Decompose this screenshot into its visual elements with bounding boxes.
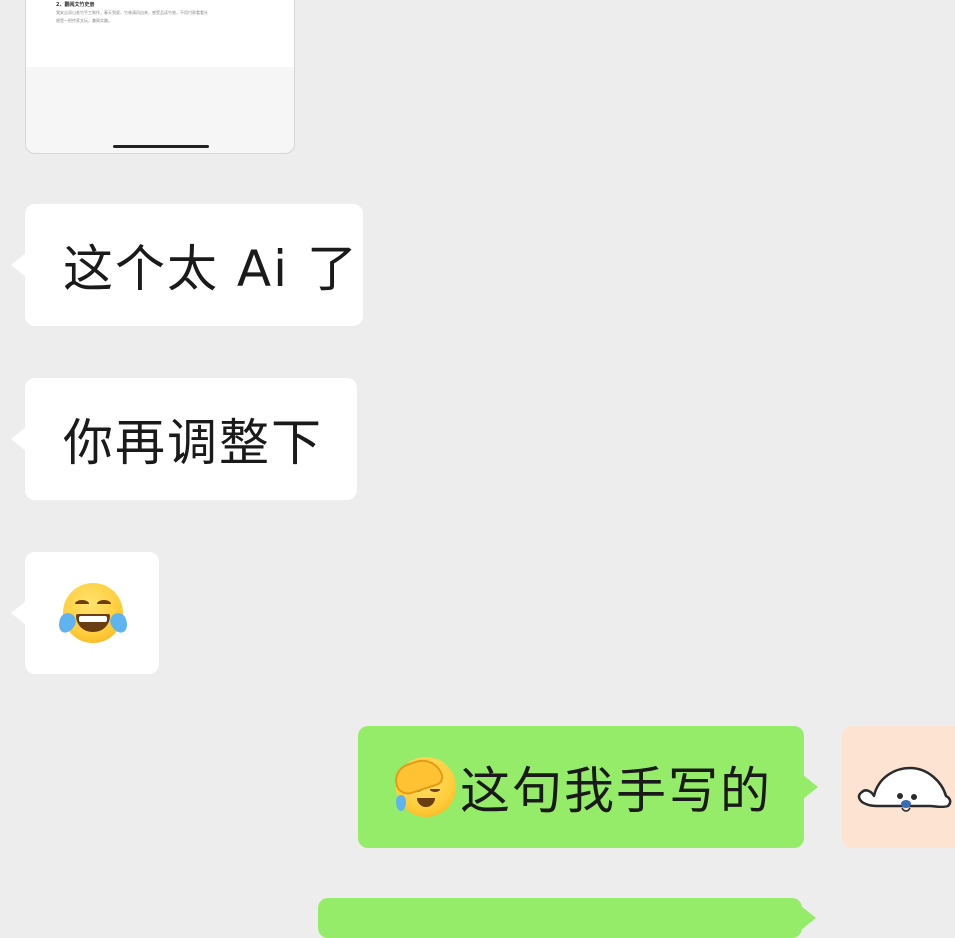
message-text: 这句我手写的 [460,762,772,820]
screenshot-text-line: 便是一把传家文玩，兼顾实趣。 [56,18,112,23]
chat-area: 2、翻阅文竹史册 我安吉深山老竹手工制作，春天到夏，竹林清风自来，感受品读竹香，… [0,0,955,938]
message-text: 你再调整下 [63,414,323,472]
screenshot-text-line: 我安吉深山老竹手工制作，春天到夏，竹林清风自来，感受品读竹香，不用付款看看头 [56,10,208,15]
outgoing-message-bubble[interactable] [318,898,816,938]
incoming-emoji-bubble[interactable] [11,552,159,674]
screenshot-heading: 2、翻阅文竹史册 [56,2,95,8]
user-avatar[interactable] [842,726,955,848]
message-text: 这个太 Ai 了 [63,240,359,298]
incoming-message-bubble[interactable]: 你再调整下 [11,378,357,500]
incoming-message-bubble[interactable]: 这个太 Ai 了 [11,204,363,326]
shared-screenshot-message[interactable]: 2、翻阅文竹史册 我安吉深山老竹手工制作，春天到夏，竹林清风自来，感受品读竹香，… [25,0,295,154]
seal-avatar-icon [842,726,955,848]
face-palm-icon [390,754,456,817]
outgoing-message-bubble[interactable]: 这句我手写的 [358,726,818,848]
home-indicator [113,145,209,148]
screenshot-page: 2、翻阅文竹史册 我安吉深山老竹手工制作，春天到夏，竹林清风自来，感受品读竹香，… [26,0,294,67]
face-with-tears-of-joy-icon [55,583,131,643]
